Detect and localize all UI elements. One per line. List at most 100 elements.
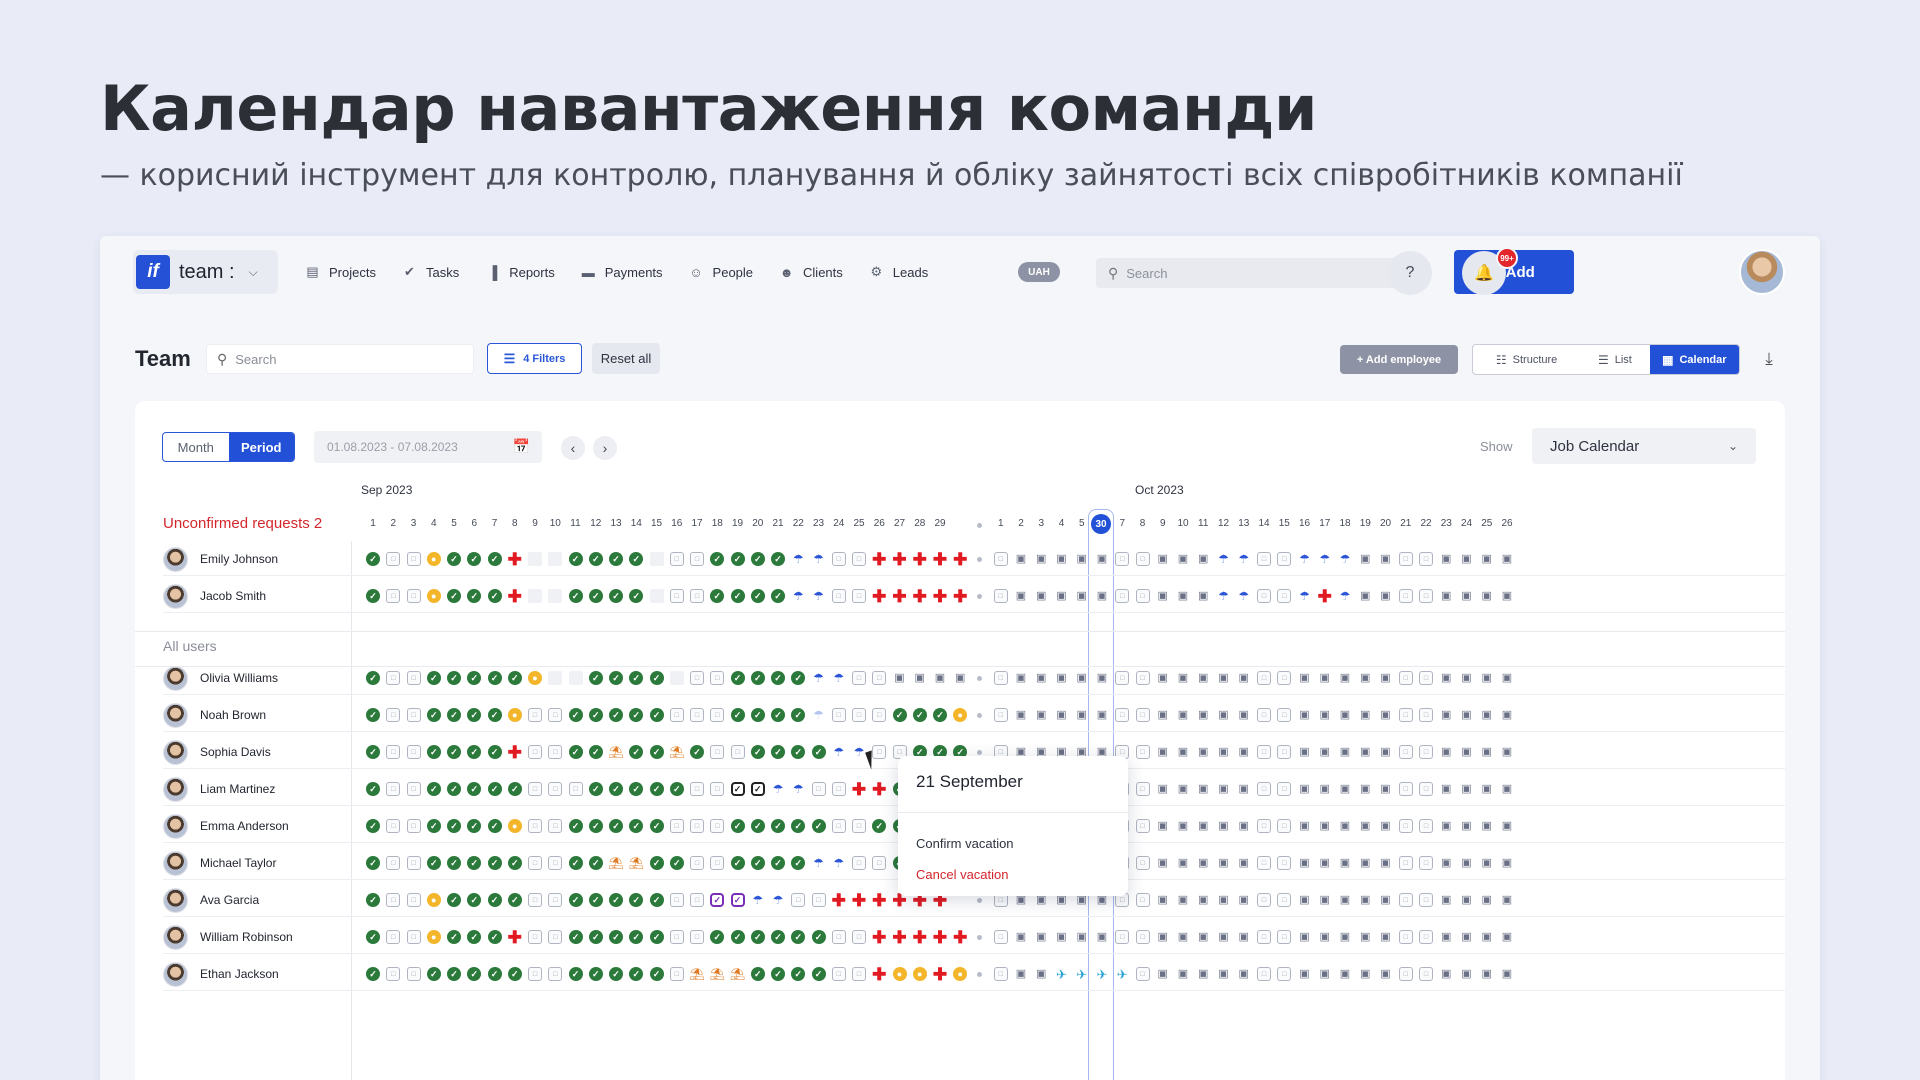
worked-icon[interactable]: ✓ (609, 819, 623, 833)
worked-icon[interactable]: ✓ (426, 819, 441, 833)
sick-leave-icon[interactable]: ✚ (953, 929, 967, 946)
business-trip-icon[interactable]: ▣ (1358, 930, 1372, 944)
worked-icon[interactable]: ✓ (669, 782, 684, 796)
business-trip-icon[interactable]: ▣ (1176, 782, 1190, 796)
business-trip-icon[interactable]: ▣ (1298, 708, 1312, 722)
worked-icon[interactable]: ✓ (629, 671, 644, 685)
worked-icon[interactable]: ✓ (568, 819, 583, 833)
day-off-icon[interactable]: □ (1257, 671, 1271, 685)
worked-icon[interactable]: ✓ (649, 856, 664, 870)
workspace-switcher[interactable]: if team : ⌵ (133, 250, 278, 294)
day-off-icon[interactable]: □ (548, 856, 563, 870)
employee-name-cell[interactable]: Ethan Jackson (163, 959, 279, 989)
day-off-icon[interactable]: □ (993, 671, 1008, 685)
business-trip-icon[interactable]: ▣ (1379, 782, 1393, 796)
sick-leave-icon[interactable]: ✚ (852, 781, 866, 798)
half-day-icon[interactable]: ● (528, 671, 542, 685)
worked-icon[interactable]: ✓ (892, 708, 907, 722)
business-trip-icon[interactable]: ▣ (1358, 745, 1372, 759)
vacation-icon[interactable]: ☂ (1338, 552, 1352, 566)
business-trip-icon[interactable]: ▣ (1075, 708, 1089, 722)
business-trip-icon[interactable]: ▣ (1379, 589, 1393, 603)
worked-icon[interactable]: ✓ (426, 856, 441, 870)
day-off-icon[interactable]: □ (669, 708, 684, 722)
day-off-icon[interactable]: □ (831, 782, 846, 796)
empty-cell[interactable] (568, 671, 583, 685)
vacation-icon[interactable]: ☂ (791, 782, 805, 796)
worked-icon[interactable]: ✓ (771, 930, 785, 944)
worked-icon[interactable]: ✓ (426, 745, 441, 759)
day-off-icon[interactable]: □ (1277, 893, 1292, 907)
business-trip-icon[interactable]: ▣ (1176, 893, 1190, 907)
mode-month-tab[interactable]: Month (163, 433, 229, 461)
day-off-icon[interactable]: □ (690, 552, 704, 566)
employee-name-cell[interactable]: Michael Taylor (163, 848, 276, 878)
sick-leave-icon[interactable]: ✚ (892, 929, 906, 946)
team-search-input[interactable]: ⚲ Search (206, 344, 474, 374)
worked-icon[interactable]: ✓ (710, 930, 725, 944)
flight-icon[interactable]: ✈ (1115, 967, 1129, 981)
day-off-icon[interactable]: □ (1277, 745, 1292, 759)
business-trip-icon[interactable]: ▣ (1095, 552, 1109, 566)
reset-all-button[interactable]: Reset all (592, 343, 660, 374)
business-trip-icon[interactable]: ▣ (1439, 893, 1453, 907)
worked-icon[interactable]: ✓ (426, 782, 441, 796)
sick-leave-icon[interactable]: ✚ (953, 588, 967, 605)
employee-name-cell[interactable]: Ava Garcia (163, 885, 259, 915)
vacation-icon[interactable]: ☂ (1217, 552, 1231, 566)
day-off-icon[interactable]: □ (1135, 589, 1150, 603)
sick-leave-icon[interactable]: ✚ (933, 966, 947, 983)
worked-icon[interactable]: ✓ (467, 589, 482, 603)
business-trip-icon[interactable]: ▣ (1480, 589, 1494, 603)
worked-icon[interactable]: ✓ (629, 930, 644, 944)
cancel-vacation-button[interactable]: Cancel vacation (916, 867, 1009, 882)
business-trip-icon[interactable]: ▣ (1318, 745, 1332, 759)
business-trip-icon[interactable]: ▣ (1358, 967, 1372, 981)
day-off-icon[interactable]: □ (872, 856, 887, 870)
day-off-icon[interactable]: □ (1257, 745, 1271, 759)
beach-vacation-icon[interactable]: ⛱ (669, 745, 684, 759)
empty-cell[interactable] (528, 589, 542, 603)
business-trip-icon[interactable]: ▣ (1460, 930, 1474, 944)
business-trip-icon[interactable]: ▣ (1379, 671, 1393, 685)
day-off-icon[interactable]: □ (528, 856, 542, 870)
business-trip-icon[interactable]: ▣ (1298, 782, 1312, 796)
confirmed-icon[interactable]: ✓ (730, 782, 745, 796)
day-off-icon[interactable]: □ (669, 930, 684, 944)
worked-icon[interactable]: ✓ (629, 782, 644, 796)
day-off-icon[interactable]: □ (831, 589, 846, 603)
mode-period-tab[interactable]: Period (228, 433, 294, 461)
day-off-icon[interactable]: □ (710, 782, 725, 796)
business-trip-icon[interactable]: ▣ (1217, 930, 1231, 944)
business-trip-icon[interactable]: ▣ (1176, 671, 1190, 685)
worked-icon[interactable]: ✓ (588, 745, 603, 759)
day-off-icon[interactable]: □ (548, 967, 563, 981)
worked-icon[interactable]: ✓ (629, 819, 644, 833)
worked-icon[interactable]: ✓ (629, 708, 644, 722)
worked-icon[interactable]: ✓ (649, 819, 664, 833)
employee-name-cell[interactable]: Sophia Davis (163, 737, 271, 767)
purple-confirmed-icon[interactable]: ✓ (730, 893, 745, 907)
currency-badge[interactable]: UAH (1018, 262, 1060, 282)
worked-icon[interactable]: ✓ (750, 708, 765, 722)
business-trip-icon[interactable]: ▣ (1095, 589, 1109, 603)
business-trip-icon[interactable]: ▣ (1196, 967, 1210, 981)
business-trip-icon[interactable]: ▣ (1237, 782, 1251, 796)
worked-icon[interactable]: ✓ (366, 552, 380, 566)
business-trip-icon[interactable]: ▣ (1480, 745, 1494, 759)
worked-icon[interactable]: ✓ (447, 893, 461, 907)
business-trip-icon[interactable]: ▣ (933, 671, 947, 685)
vacation-icon[interactable]: ☂ (832, 745, 846, 759)
worked-icon[interactable]: ✓ (447, 745, 461, 759)
day-off-icon[interactable]: □ (548, 745, 563, 759)
worked-icon[interactable]: ✓ (588, 856, 603, 870)
business-trip-icon[interactable]: ▣ (1439, 930, 1453, 944)
vacation-icon[interactable]: ☂ (1338, 589, 1352, 603)
sick-leave-icon[interactable]: ✚ (872, 781, 886, 798)
view-structure-tab[interactable]: ☷ Structure (1473, 345, 1580, 374)
sick-leave-icon[interactable]: ✚ (933, 929, 947, 946)
business-trip-icon[interactable]: ▣ (1338, 819, 1352, 833)
beach-vacation-icon[interactable]: ⛱ (608, 856, 623, 870)
worked-icon[interactable]: ✓ (467, 745, 482, 759)
employee-name-cell[interactable]: Emma Anderson (163, 811, 289, 841)
